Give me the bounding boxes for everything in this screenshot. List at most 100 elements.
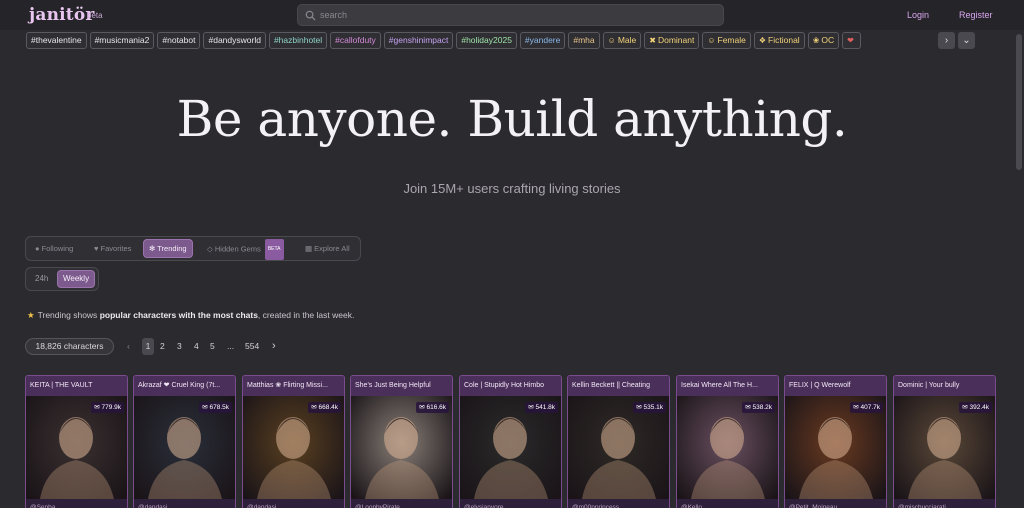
chat-count-badge: ✉ 392.4k: [959, 402, 992, 413]
tag-label: #notabot: [162, 35, 196, 45]
page-4[interactable]: 4: [194, 338, 199, 355]
card-title: Dominic | Your bully: [894, 376, 995, 396]
search-box[interactable]: [297, 4, 724, 26]
character-count: 18,826 characters: [25, 338, 114, 355]
logo[interactable]: janitör: [29, 5, 95, 25]
tag-chip[interactable]: #yandere: [519, 32, 566, 49]
page-554[interactable]: 554: [245, 338, 259, 355]
tag-chip[interactable]: #notabot: [157, 32, 201, 49]
card-author[interactable]: @m00nprincess: [568, 499, 669, 508]
character-card[interactable]: She's Just Being Helpful ✉ 616.6k @LoopbyP…: [350, 375, 453, 508]
card-title: Kellin Beckett || Cheating: [568, 376, 669, 396]
star-icon: ★: [27, 310, 35, 320]
tag-chip[interactable]: #mha: [568, 32, 600, 49]
tag-label: #dandysworld: [208, 35, 261, 45]
tag-chip[interactable]: #genshinimpact: [383, 32, 454, 49]
chat-count: 538.2k: [752, 404, 772, 411]
character-card[interactable]: Dominic | Your bully ✉ 392.4k @mischucciar…: [893, 375, 996, 508]
search-input[interactable]: [320, 5, 715, 25]
card-author[interactable]: @dandasi: [243, 499, 344, 508]
tag-label: Male: [617, 35, 637, 45]
card-author[interactable]: @Kello: [677, 499, 778, 508]
chat-count: 616.6k: [426, 404, 446, 411]
tag-label: #hazbinhotel: [273, 35, 323, 45]
tab-explore-all[interactable]: ▦ Explore All: [300, 239, 355, 258]
tag-label: #holiday2025: [461, 35, 512, 45]
tag-chip[interactable]: ❤: [842, 32, 861, 49]
logo-beta-badge: beta: [87, 11, 103, 20]
tag-chip[interactable]: #musicmania2: [89, 32, 155, 49]
character-card[interactable]: Isekai Where All The H... ✉ 538.2k @Kello: [676, 375, 779, 508]
next-page-button[interactable]: ›: [272, 338, 276, 355]
tag-chip[interactable]: ❖ Fictional: [753, 32, 805, 49]
chat-count-badge: ✉ 779.9k: [91, 402, 124, 413]
trending-note-bold: popular characters with the most chats: [99, 310, 258, 320]
tags-scroll-right-button[interactable]: ›: [938, 32, 955, 49]
beta-badge: BETA: [264, 239, 284, 260]
login-link[interactable]: Login: [907, 10, 929, 20]
tab-trending-label: Trending: [157, 244, 187, 253]
tag-icon: ❖: [758, 36, 767, 45]
card-author[interactable]: @Senba: [26, 499, 127, 508]
page-2[interactable]: 2: [160, 338, 165, 355]
tag-chip[interactable]: ✖ Dominant: [644, 32, 700, 49]
chat-count-badge: ✉ 538.2k: [742, 402, 775, 413]
tab-following-label: Following: [41, 244, 74, 253]
tags-expand-button[interactable]: ⌄: [958, 32, 975, 49]
character-card[interactable]: FELIX | Q Werewolf ✉ 407.7k @Petit_Moineau: [784, 375, 887, 508]
chat-count: 678.5k: [209, 404, 229, 411]
tag-chip[interactable]: #callofduty: [330, 32, 381, 49]
page-5[interactable]: 5: [210, 338, 215, 355]
chat-count-badge: ✉ 678.5k: [199, 402, 232, 413]
tag-chip[interactable]: ☺ Female: [702, 32, 751, 49]
tab-24h[interactable]: 24h: [30, 270, 53, 288]
character-card[interactable]: Cole | Stupidly Hot Himbo ✉ 541.8k @elysia…: [459, 375, 562, 508]
chat-count-badge: ✉ 541.8k: [525, 402, 558, 413]
trending-note-suffix: , created in the last week.: [257, 310, 355, 320]
tab-trending[interactable]: ✻ Trending: [143, 239, 193, 258]
tag-label: Dominant: [657, 35, 695, 45]
chat-count: 407.7k: [860, 404, 880, 411]
chat-count-badge: ✉ 407.7k: [850, 402, 883, 413]
card-author[interactable]: @mischucciarati: [894, 499, 995, 508]
tab-weekly[interactable]: Weekly: [57, 270, 96, 288]
trending-note-prefix: Trending shows: [37, 310, 100, 320]
tab-following[interactable]: ● Following: [30, 239, 78, 258]
tag-chip[interactable]: ❀ OC: [807, 32, 840, 49]
chat-count-badge: ✉ 616.6k: [416, 402, 449, 413]
chat-count-badge: ✉ 668.4k: [308, 402, 341, 413]
card-author[interactable]: @LoopbyPirate: [351, 499, 452, 508]
card-author[interactable]: @elysianvore: [460, 499, 561, 508]
tag-chip[interactable]: ☺ Male: [602, 32, 642, 49]
tab-favorites-label: Favorites: [100, 244, 132, 253]
card-title: FELIX | Q Werewolf: [785, 376, 886, 396]
register-link[interactable]: Register: [959, 10, 993, 20]
card-title: KEITA | THE VAULT: [26, 376, 127, 396]
chat-count: 779.9k: [101, 404, 121, 411]
tag-icon: ❤: [847, 36, 854, 45]
tab-favorites[interactable]: ♥ Favorites: [89, 239, 136, 258]
tag-icon: ❀: [812, 36, 820, 45]
tag-label: #thevalentine: [31, 35, 82, 45]
character-card[interactable]: Kellin Beckett || Cheating ✉ 535.1k @m00np…: [567, 375, 670, 508]
card-title: Isekai Where All The H...: [677, 376, 778, 396]
chat-count: 535.1k: [643, 404, 663, 411]
character-card[interactable]: Matthias ❀ Flirting Missi... ✉ 668.4k @dan…: [242, 375, 345, 508]
tag-chip[interactable]: #thevalentine: [26, 32, 87, 49]
tab-hidden-gems[interactable]: ◇ Hidden Gems BETA: [202, 239, 289, 260]
tag-label: OC: [821, 35, 835, 45]
tag-chip[interactable]: #dandysworld: [203, 32, 266, 49]
chat-count: 668.4k: [318, 404, 338, 411]
tag-label: #mha: [573, 35, 595, 45]
character-card[interactable]: Akrazaf ❤ Cruel King (7t... ✉ 678.5k @dand…: [133, 375, 236, 508]
prev-page-button[interactable]: ‹: [127, 338, 130, 355]
tag-chip[interactable]: #hazbinhotel: [268, 32, 328, 49]
tag-chip[interactable]: #holiday2025: [456, 32, 517, 49]
page-1[interactable]: 1: [142, 338, 154, 355]
page-3[interactable]: 3: [177, 338, 182, 355]
card-author[interactable]: @dandasi: [134, 499, 235, 508]
tag-icon: ☺: [707, 36, 716, 45]
character-card[interactable]: KEITA | THE VAULT ✉ 779.9k @Senba: [25, 375, 128, 508]
card-author[interactable]: @Petit_Moineau: [785, 499, 886, 508]
card-title: Cole | Stupidly Hot Himbo: [460, 376, 561, 396]
